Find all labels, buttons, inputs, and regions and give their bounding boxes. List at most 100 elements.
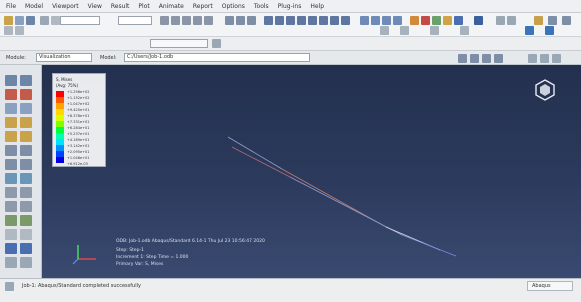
plot-undeformed-icon[interactable] [5, 75, 17, 86]
view-manager-select[interactable] [150, 39, 208, 48]
hidden-line-icon[interactable] [319, 16, 328, 25]
message-area-icon[interactable] [5, 282, 14, 291]
plot-symbols-icon[interactable] [5, 103, 17, 114]
mesh-icon[interactable] [454, 16, 463, 25]
color-code-icon[interactable] [443, 16, 452, 25]
path-manager-icon[interactable] [20, 187, 32, 198]
text-annotation-icon[interactable] [20, 229, 32, 240]
display-group-icon[interactable] [410, 16, 419, 25]
symbol-options-icon[interactable] [5, 131, 17, 142]
wireframe-icon[interactable] [308, 16, 317, 25]
arrow-tool-2-icon[interactable] [371, 16, 380, 25]
probe-icon[interactable] [380, 26, 389, 35]
plot-deformed-icon[interactable] [20, 75, 32, 86]
menu-tools[interactable]: Tools [254, 3, 269, 10]
tile-icon[interactable] [507, 16, 516, 25]
graphics-viewport[interactable]: S, Mises (Avg: 75%) +1.256e+02 +1.152e+0… [42, 65, 581, 278]
menu-viewport[interactable]: Viewport [52, 3, 79, 10]
options-icon[interactable] [548, 16, 557, 25]
arrow-annotation-icon[interactable] [5, 243, 17, 254]
view-iso-icon[interactable] [225, 16, 234, 25]
contour-options-icon[interactable] [20, 117, 32, 128]
redo-icon[interactable] [15, 26, 24, 35]
menu-file[interactable]: File [6, 3, 16, 10]
xy-data-icon[interactable] [5, 173, 17, 184]
layout-icon[interactable] [525, 26, 534, 35]
view-top-icon[interactable] [264, 16, 273, 25]
rotate-icon[interactable] [160, 16, 169, 25]
view-front-icon[interactable] [236, 16, 245, 25]
help-icon[interactable] [474, 16, 483, 25]
menu-animate[interactable]: Animate [159, 3, 184, 10]
animation-icon[interactable] [540, 54, 549, 63]
print-tool-icon[interactable] [20, 257, 32, 268]
grid-icon[interactable] [545, 26, 554, 35]
view-left-icon[interactable] [286, 16, 295, 25]
section-icon[interactable] [430, 26, 439, 35]
plot-material-orientation-icon[interactable] [20, 103, 32, 114]
model-select[interactable]: C:/Users/Job-1.odb [124, 53, 310, 62]
menu-view[interactable]: View [88, 3, 102, 10]
view-cube-icon[interactable] [535, 79, 555, 101]
cut-icon[interactable] [460, 26, 469, 35]
menu-report[interactable]: Report [193, 3, 213, 10]
annotation-manager-icon[interactable] [20, 243, 32, 254]
arrow-tool-1-icon[interactable] [360, 16, 369, 25]
open-file-icon[interactable] [15, 16, 24, 25]
remove-icon[interactable] [421, 16, 430, 25]
render-style-select[interactable] [60, 16, 100, 25]
plot-contours-both-icon[interactable] [20, 89, 32, 100]
zoom-icon[interactable] [182, 16, 191, 25]
display-group-create-icon[interactable] [5, 215, 17, 226]
path-icon[interactable] [5, 187, 17, 198]
plot-contours-icon[interactable] [5, 89, 17, 100]
save-image-icon[interactable] [552, 54, 561, 63]
view-manager-icon[interactable] [212, 39, 221, 48]
report-icon[interactable] [5, 257, 17, 268]
highlight-icon[interactable] [534, 16, 543, 25]
settings-icon[interactable] [562, 16, 571, 25]
pan-icon[interactable] [171, 16, 180, 25]
next-frame-icon[interactable] [482, 54, 491, 63]
menu-model[interactable]: Model [25, 3, 43, 10]
overlay-plot-icon[interactable] [20, 131, 32, 142]
animation-options-icon[interactable] [20, 159, 32, 170]
arrow-tool-4-icon[interactable] [393, 16, 402, 25]
view-right-icon[interactable] [297, 16, 306, 25]
view-bottom-icon[interactable] [275, 16, 284, 25]
undo-icon[interactable] [4, 26, 13, 35]
animate-scale-icon[interactable] [5, 145, 17, 156]
xy-data-manager-icon[interactable] [20, 173, 32, 184]
print-icon[interactable] [40, 16, 49, 25]
box-zoom-icon[interactable] [193, 16, 202, 25]
last-frame-icon[interactable] [494, 54, 503, 63]
frame-options-icon[interactable] [528, 54, 537, 63]
prev-frame-icon[interactable] [470, 54, 479, 63]
abaqus-tab[interactable]: Abaqus [527, 281, 573, 291]
view-select[interactable] [118, 16, 152, 25]
cascade-icon[interactable] [496, 16, 505, 25]
animate-harmonic-icon[interactable] [5, 159, 17, 170]
query-tool-icon[interactable] [5, 229, 17, 240]
perspective-icon[interactable] [341, 16, 350, 25]
animate-time-icon[interactable] [20, 145, 32, 156]
first-frame-icon[interactable] [458, 54, 467, 63]
replace-icon[interactable] [432, 16, 441, 25]
arrow-tool-3-icon[interactable] [382, 16, 391, 25]
menu-result[interactable]: Result [111, 3, 130, 10]
menu-options[interactable]: Options [222, 3, 245, 10]
menu-plugins[interactable]: Plug-ins [278, 3, 302, 10]
measure-icon[interactable] [400, 26, 409, 35]
module-select[interactable]: Visualization [36, 53, 92, 62]
save-icon[interactable] [26, 16, 35, 25]
fit-view-icon[interactable] [204, 16, 213, 25]
menu-help[interactable]: Help [310, 3, 324, 10]
query-icon[interactable] [51, 16, 60, 25]
shaded-icon[interactable] [330, 16, 339, 25]
view-back-icon[interactable] [247, 16, 256, 25]
common-options-icon[interactable] [5, 117, 17, 128]
new-file-icon[interactable] [4, 16, 13, 25]
view-cut-icon[interactable] [5, 201, 17, 212]
view-cut-manager-icon[interactable] [20, 201, 32, 212]
display-group-manager-icon[interactable] [20, 215, 32, 226]
